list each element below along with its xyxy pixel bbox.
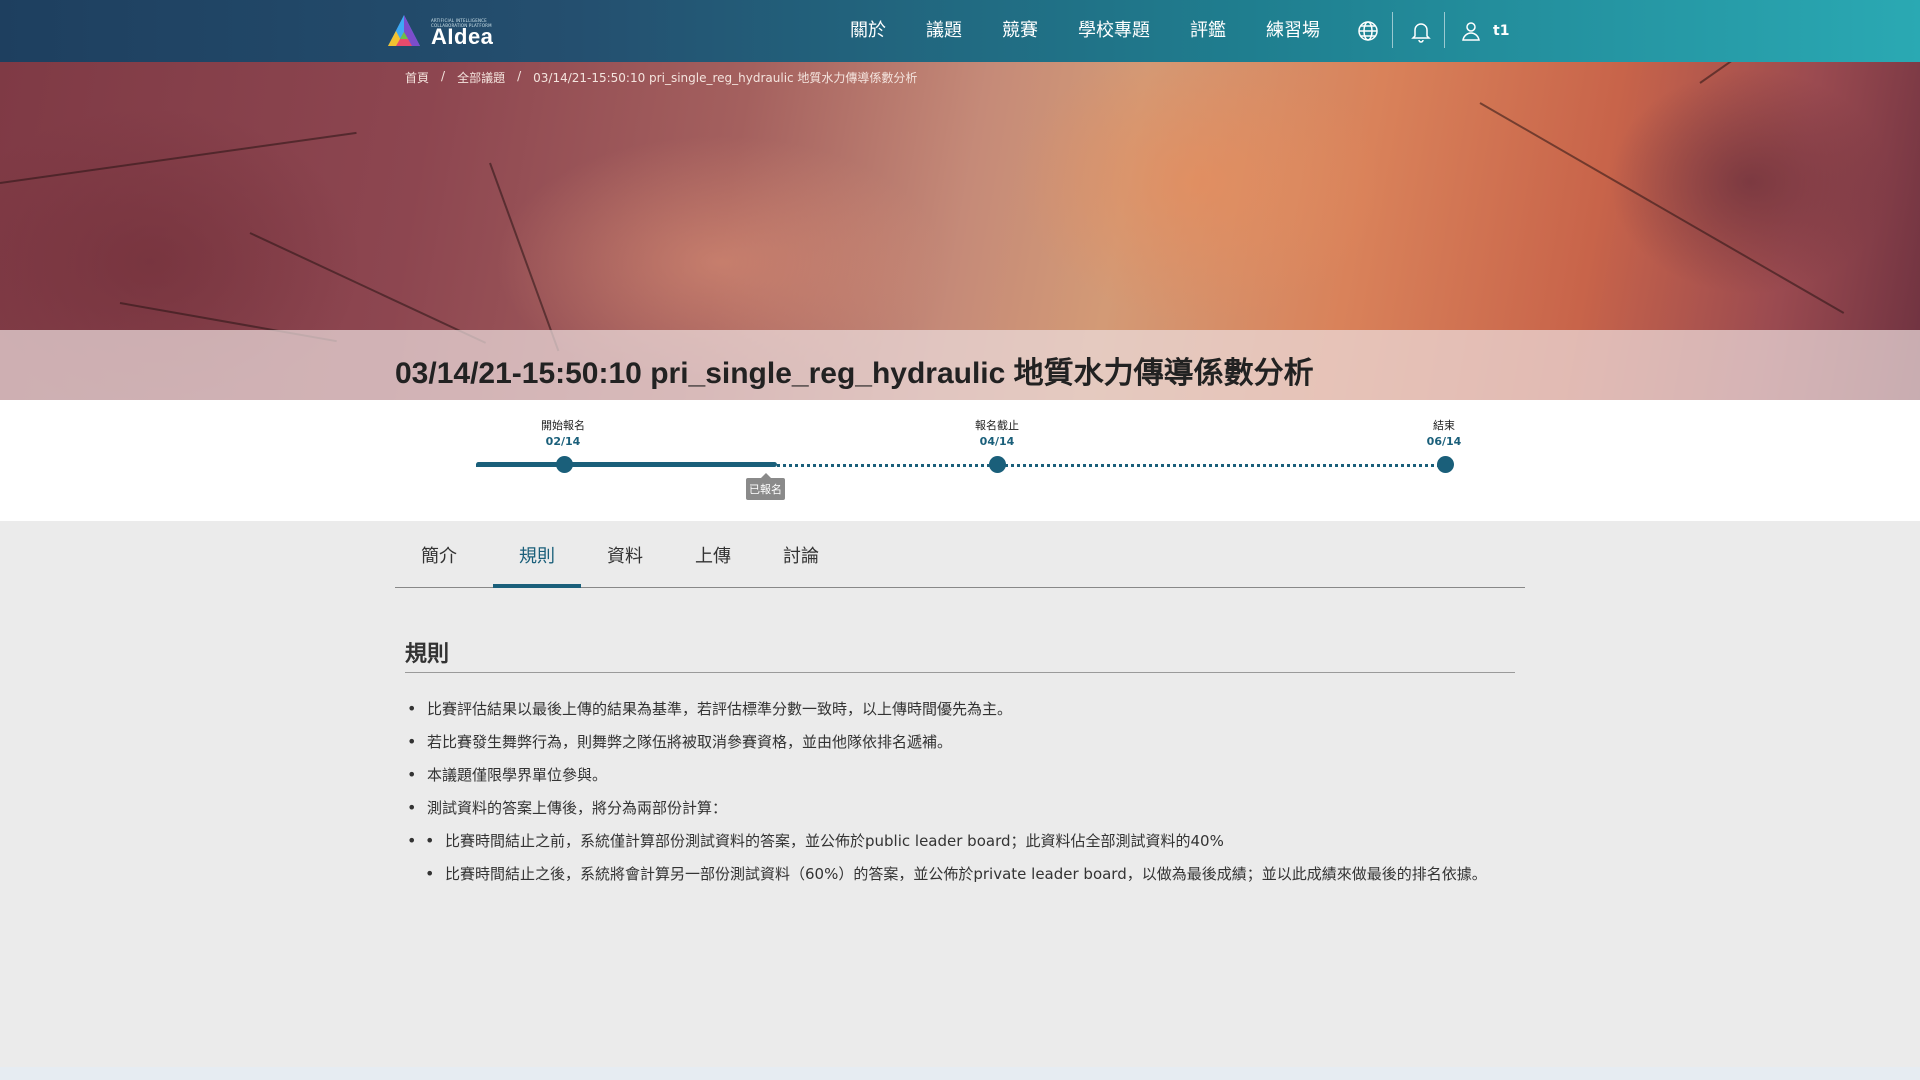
nav-school-projects[interactable]: 學校專題 xyxy=(1078,0,1150,62)
timeline-dot-deadline xyxy=(989,456,1006,473)
registered-badge: 已報名 xyxy=(746,473,785,500)
page-title: 03/14/21-15:50:10 pri_single_reg_hydraul… xyxy=(395,348,1314,392)
nav-evaluation[interactable]: 評鑑 xyxy=(1190,0,1226,62)
tab-discussion[interactable]: 討論 xyxy=(757,530,845,588)
timeline-date-end: 06/14 xyxy=(1426,435,1462,448)
breadcrumb-home[interactable]: 首頁 xyxy=(405,69,429,86)
breadcrumb-separator: / xyxy=(517,69,522,83)
user-icon[interactable] xyxy=(1459,19,1483,43)
rule-item: 本議題僅限學界單位參與。 xyxy=(405,761,1515,789)
rules-list: 比賽評估結果以最後上傳的結果為基準，若評估標準分數一致時，以上傳時間優先為主。 … xyxy=(405,695,1515,893)
nav-about[interactable]: 關於 xyxy=(850,0,886,62)
timeline-dot-start xyxy=(556,456,573,473)
crack-line xyxy=(0,131,357,184)
top-navigation-bar: ARTIFICIAL INTELLIGENCE COLLABORATION PL… xyxy=(0,0,1920,62)
crack-line xyxy=(249,232,487,344)
nav-practice[interactable]: 練習場 xyxy=(1266,0,1320,62)
page-title-id: 03/14/21-15:50:10 pri_single_reg_hydraul… xyxy=(395,357,1006,390)
globe-icon[interactable] xyxy=(1356,19,1380,43)
breadcrumb-current: 03/14/21-15:50:10 pri_single_reg_hydraul… xyxy=(533,71,918,85)
breadcrumb-all-topics[interactable]: 全部議題 xyxy=(457,69,505,86)
rule-item: 若比賽發生舞弊行為，則舞弊之隊伍將被取消參賽資格，並由他隊依排名遞補。 xyxy=(405,728,1515,756)
sub-rule-container: 比賽時間結止之前，系統僅計算部份測試資料的答案，並公佈於public leade… xyxy=(405,827,1515,888)
tab-intro[interactable]: 簡介 xyxy=(395,530,483,588)
tab-data[interactable]: 資料 xyxy=(581,530,669,588)
timeline-label-deadline: 報名截止 xyxy=(975,419,1019,432)
crack-line xyxy=(489,162,560,352)
breadcrumb-separator: / xyxy=(441,69,446,83)
section-title: 規則 xyxy=(405,642,450,667)
aidea-logo[interactable]: ARTIFICIAL INTELLIGENCE COLLABORATION PL… xyxy=(385,10,493,52)
tab-upload[interactable]: 上傳 xyxy=(669,530,757,588)
section-divider xyxy=(405,672,1515,673)
sub-rule-item: 比賽時間結止之前，系統僅計算部份測試資料的答案，並公佈於public leade… xyxy=(423,827,1515,855)
bell-icon[interactable] xyxy=(1409,19,1433,43)
timeline-date-deadline: 04/14 xyxy=(979,435,1015,448)
footer-strip xyxy=(0,1067,1920,1080)
timeline-dot-end xyxy=(1437,456,1454,473)
nav-divider xyxy=(1444,12,1445,48)
timeline-progress xyxy=(476,462,777,467)
sub-rule-item: 比賽時間結止之後，系統將會計算另一部份測試資料（60%）的答案，並公佈於priv… xyxy=(423,860,1515,888)
logo-tagline: ARTIFICIAL INTELLIGENCE COLLABORATION PL… xyxy=(431,18,492,28)
rule-item: 測試資料的答案上傳後，將分為兩部份計算： xyxy=(405,794,1515,822)
competition-timeline: 開始報名 02/14 報名截止 04/14 結束 06/14 已報名 xyxy=(0,400,1920,521)
crack-line xyxy=(1479,102,1845,314)
breadcrumb: 首頁 / 全部議題 / 03/14/21-15:50:10 pri_single… xyxy=(405,69,917,86)
nav-competitions[interactable]: 競賽 xyxy=(1002,0,1038,62)
timeline-label-start: 開始報名 xyxy=(541,419,585,432)
rule-item: 比賽評估結果以最後上傳的結果為基準，若評估標準分數一致時，以上傳時間優先為主。 xyxy=(405,695,1515,723)
nav-topics[interactable]: 議題 xyxy=(926,0,962,62)
timeline-date-start: 02/14 xyxy=(545,435,581,448)
tab-rules[interactable]: 規則 xyxy=(493,530,581,588)
crack-line xyxy=(1699,62,1865,84)
nav-divider xyxy=(1392,12,1393,48)
content-tabs: 簡介 規則 資料 上傳 討論 xyxy=(395,530,1525,588)
aidea-logo-mark-icon xyxy=(388,15,420,46)
sub-rules-list: 比賽時間結止之前，系統僅計算部份測試資料的答案，並公佈於public leade… xyxy=(405,827,1515,888)
timeline-label-end: 結束 xyxy=(1433,419,1455,432)
user-name[interactable]: t1 xyxy=(1493,0,1509,62)
page-title-name: 地質水力傳導係數分析 xyxy=(1013,357,1314,390)
